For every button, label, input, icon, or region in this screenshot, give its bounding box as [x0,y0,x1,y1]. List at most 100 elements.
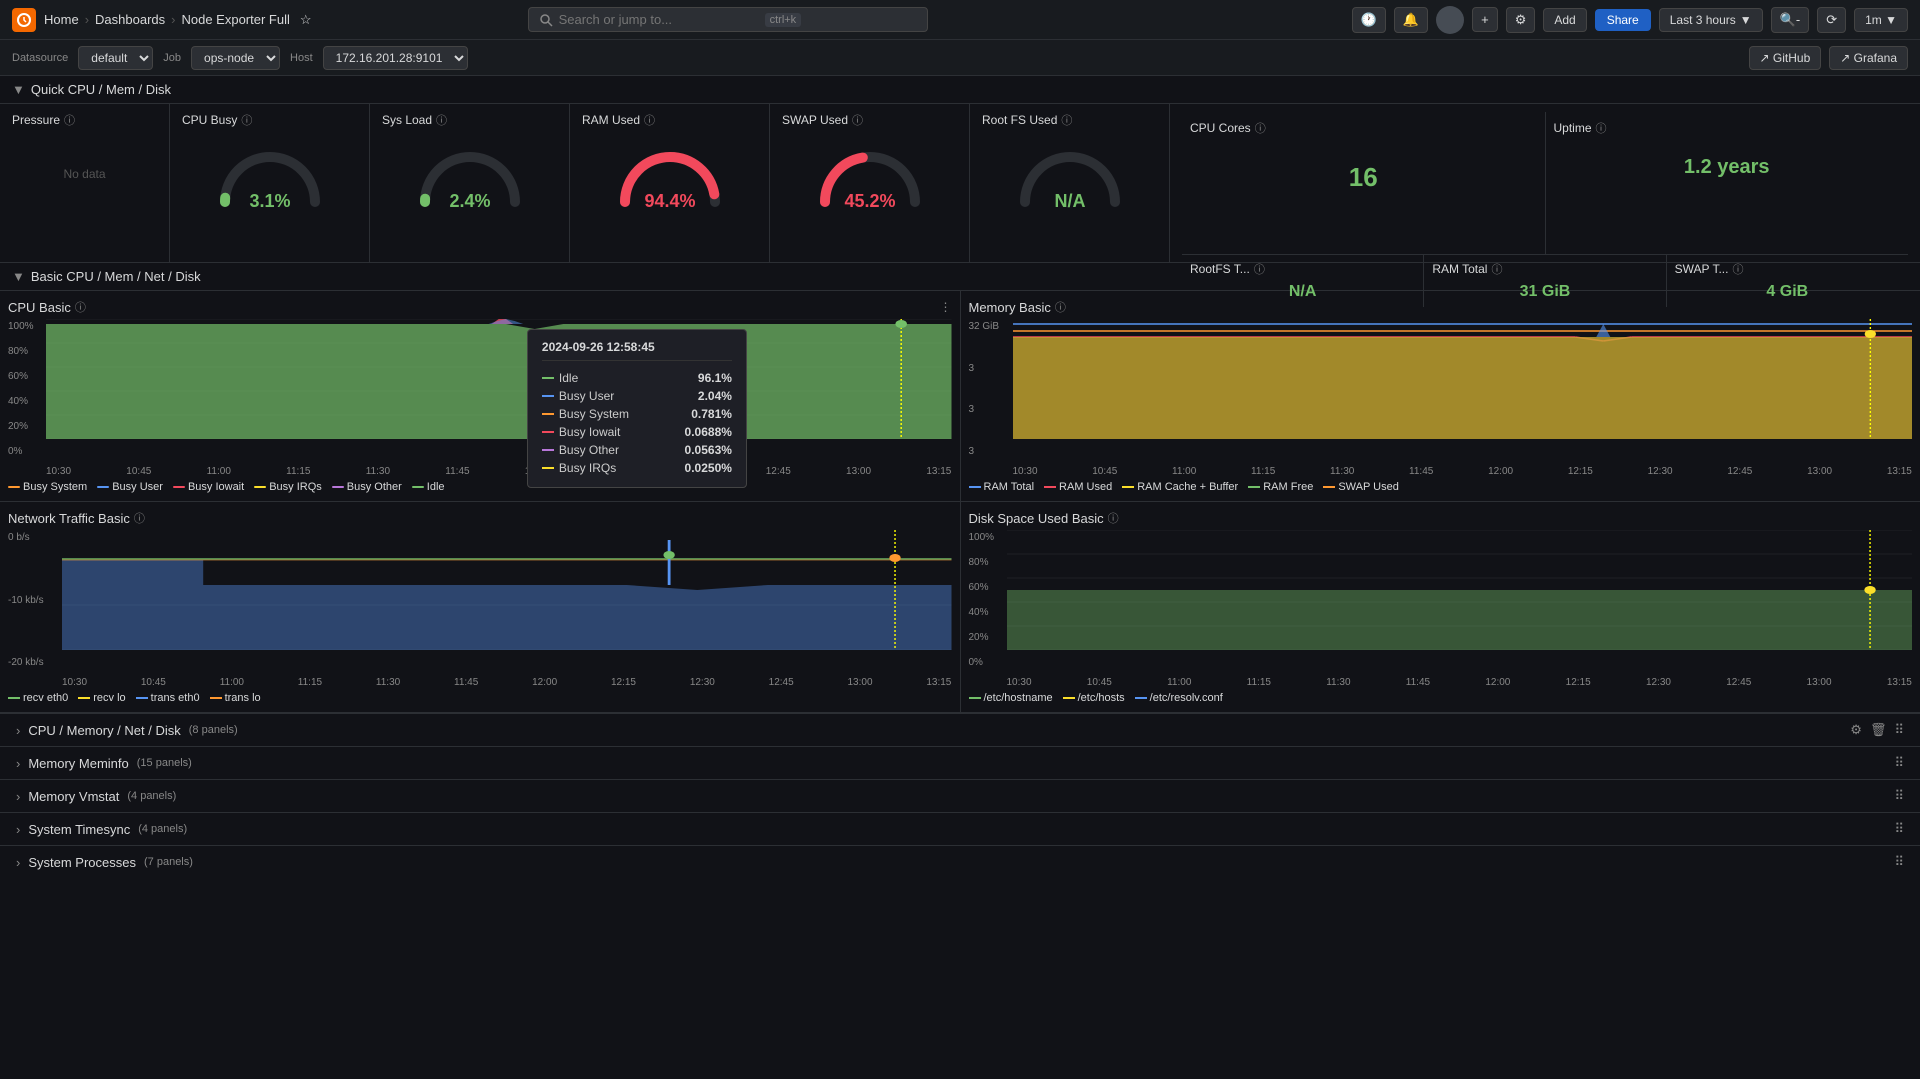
share-button[interactable]: Share [1595,9,1651,31]
home-link[interactable]: Home [44,12,79,27]
cpu-memory-net-disk-section[interactable]: › CPU / Memory / Net / Disk (8 panels) ⚙… [0,713,1920,746]
disk-space-info-icon[interactable]: ⓘ [1108,510,1119,526]
section-title: Memory Vmstat [28,789,119,804]
network-info-icon[interactable]: ⓘ [134,510,145,526]
external-links: ↗ GitHub ↗ Grafana [1749,46,1909,70]
disk-space-title: Disk Space Used Basic [969,511,1104,526]
drag-icon: ⠿ [1894,788,1904,804]
uptime-info-icon[interactable]: ⓘ [1596,120,1607,136]
cpu-cores-info-icon[interactable]: ⓘ [1255,120,1266,136]
user-button[interactable] [1436,6,1464,34]
legend-ram-cache: RAM Cache + Buffer [1122,481,1238,493]
rootfs-total-info-icon[interactable]: ⓘ [1254,261,1265,277]
add-panel-button[interactable]: + [1472,7,1498,32]
delete-icon[interactable]: 🗑 [1870,722,1887,738]
alert-button[interactable]: 🔔 [1394,7,1428,33]
time-range-label: Last 3 hours [1670,13,1736,27]
swap-used-gauge: 45.2% [782,134,957,220]
cpu-basic-menu-icon[interactable]: ⋮ [940,300,952,314]
settings-icon[interactable]: ⚙ [1850,722,1862,738]
root-fs-panel: Root FS Used ⓘ N/A [970,104,1170,262]
add-button[interactable]: Add [1543,8,1586,32]
sys-load-info-icon[interactable]: ⓘ [436,112,447,128]
drag-icon: ⠿ [1894,854,1904,870]
tooltip-row-busy-other: Busy Other 0.0563% [542,441,732,459]
history-button[interactable]: 🕐 [1352,7,1386,33]
charts-row-2: Network Traffic Basic ⓘ 0 b/s -10 kb/s -… [0,502,1920,713]
job-select[interactable]: ops-node [191,46,280,70]
cpu-chart-tooltip: 2024-09-26 12:58:45 Idle 96.1% Busy User… [527,329,747,488]
cpu-basic-panel: CPU Basic ⓘ ⋮ 100% 80% 60% 40% 20% 0% [0,291,961,501]
cpu-cores-title: CPU Cores [1190,121,1251,135]
pressure-info-icon[interactable]: ⓘ [64,112,75,128]
section-title: Memory Meminfo [28,756,128,771]
swap-used-info-icon[interactable]: ⓘ [852,112,863,128]
basic-section-chevron: ▼ [12,269,25,284]
uptime-value: 1.2 years [1554,142,1901,179]
legend-hostname: /etc/hostname [969,692,1053,704]
quick-section-title: Quick CPU / Mem / Disk [31,82,171,97]
tooltip-row-busy-irqs: Busy IRQs 0.0250% [542,459,732,477]
network-legend: recv eth0 recv lo trans eth0 trans lo [8,692,952,704]
quick-section-header[interactable]: ▼ Quick CPU / Mem / Disk [0,76,1920,104]
tooltip-row-busy-system: Busy System 0.781% [542,405,732,423]
memory-meminfo-section[interactable]: › Memory Meminfo (15 panels) ⠿ [0,746,1920,779]
search-shortcut: ctrl+k [765,13,802,27]
pressure-no-data: No data [63,167,105,181]
ram-total-info-icon[interactable]: ⓘ [1491,261,1502,277]
memory-info-icon[interactable]: ⓘ [1055,299,1066,315]
ram-used-panel: RAM Used ⓘ 94.4% [570,104,770,262]
network-chart: 0 b/s -10 kb/s -20 kb/s [8,530,952,670]
system-processes-section[interactable]: › System Processes (7 panels) ⠿ [0,845,1920,878]
busy-other-color [542,449,554,451]
swap-total-title: SWAP T... [1675,262,1729,276]
tooltip-row-busy-iowait: Busy Iowait 0.0688% [542,423,732,441]
swap-used-title: SWAP Used [782,113,848,127]
cpu-busy-title: CPU Busy [182,113,237,127]
cpu-basic-info-icon[interactable]: ⓘ [75,299,86,315]
host-select[interactable]: 172.16.201.28:9101 [323,46,468,70]
svg-text:N/A: N/A [1054,191,1085,211]
busy-irqs-color [542,467,554,469]
tooltip-time: 2024-09-26 12:58:45 [542,340,732,361]
star-icon[interactable]: ☆ [300,12,312,28]
datasource-select[interactable]: default [78,46,153,70]
cpu-basic-title: CPU Basic [8,300,71,315]
job-label: Job [163,52,181,64]
legend-resolv: /etc/resolv.conf [1135,692,1223,704]
section-badge: (8 panels) [189,724,238,736]
breadcrumb: Home › Dashboards › Node Exporter Full ☆ [44,12,312,28]
topbar-actions: 🕐 🔔 + ⚙ Add Share Last 3 hours ▼ 🔍- ⟳ 1m… [1352,6,1908,34]
cpu-busy-info-icon[interactable]: ⓘ [241,112,252,128]
sys-load-title: Sys Load [382,113,432,127]
zoom-out-button[interactable]: 🔍- [1771,7,1810,33]
swap-total-info-icon[interactable]: ⓘ [1732,261,1743,277]
root-fs-info-icon[interactable]: ⓘ [1061,112,1072,128]
root-fs-title: Root FS Used [982,113,1057,127]
idle-color [542,377,554,379]
swap-used-panel: SWAP Used ⓘ 45.2% [770,104,970,262]
topbar: Home › Dashboards › Node Exporter Full ☆… [0,0,1920,40]
legend-busy-irqs: Busy IRQs [254,481,322,493]
disk-space-panel: Disk Space Used Basic ⓘ 100% 80% 60% 40%… [961,502,1920,712]
ram-used-info-icon[interactable]: ⓘ [644,112,655,128]
grafana-button[interactable]: ↗ Grafana [1829,46,1908,70]
settings-button[interactable]: ⚙ [1506,7,1536,33]
search-bar[interactable]: ctrl+k [528,7,928,32]
memory-vmstat-section[interactable]: › Memory Vmstat (4 panels) ⠿ [0,779,1920,812]
legend-recv-lo: recv lo [78,692,125,704]
time-range-picker[interactable]: Last 3 hours ▼ [1659,8,1763,32]
disk-space-chart: 100% 80% 60% 40% 20% 0% 1 [969,530,1913,670]
refresh-button[interactable]: ⟳ [1817,7,1846,33]
svg-text:2.4%: 2.4% [449,191,490,211]
dashboard-title: Node Exporter Full [181,12,289,27]
legend-trans-eth0: trans eth0 [136,692,200,704]
chevron-icon: › [16,789,20,804]
dashboards-link[interactable]: Dashboards [95,12,165,27]
interval-picker[interactable]: 1m ▼ [1854,8,1908,32]
system-timesync-section[interactable]: › System Timesync (4 panels) ⠿ [0,812,1920,845]
basic-section-title: Basic CPU / Mem / Net / Disk [31,269,201,284]
chevron-icon: › [16,822,20,837]
search-input[interactable] [559,12,759,27]
github-button[interactable]: ↗ GitHub [1749,46,1822,70]
